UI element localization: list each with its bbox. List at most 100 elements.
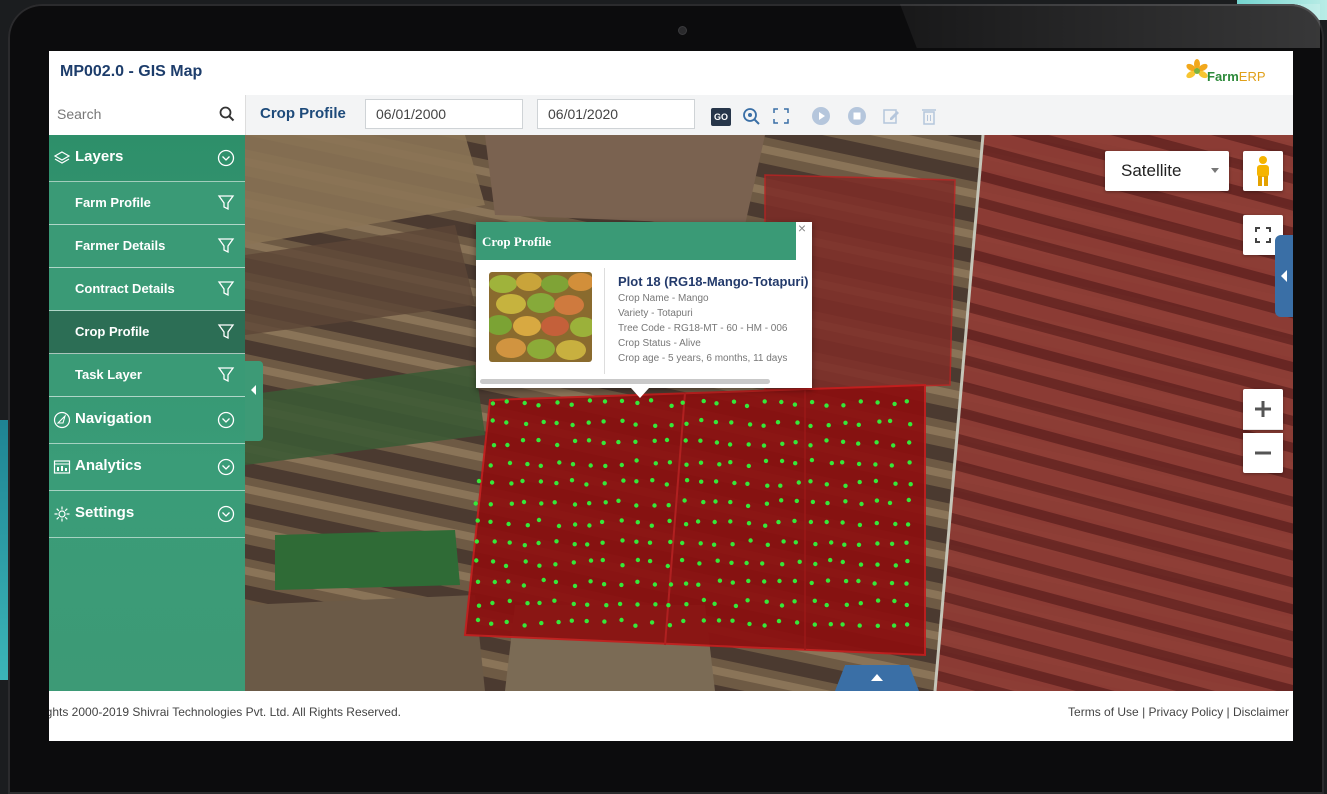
tree-marker[interactable] xyxy=(875,598,881,603)
tree-marker[interactable] xyxy=(875,541,880,546)
tree-marker[interactable] xyxy=(556,523,562,529)
tree-marker[interactable] xyxy=(619,462,624,468)
tree-marker[interactable] xyxy=(683,522,689,527)
play-icon[interactable] xyxy=(811,106,831,126)
tree-marker[interactable] xyxy=(906,497,911,503)
tree-marker[interactable] xyxy=(840,439,846,444)
tree-marker[interactable] xyxy=(489,621,494,626)
tree-marker[interactable] xyxy=(602,481,607,486)
sidebar-section-settings[interactable]: Settings xyxy=(49,491,245,538)
tree-marker[interactable] xyxy=(490,418,495,423)
tree-marker[interactable] xyxy=(779,603,785,608)
tree-marker[interactable] xyxy=(779,498,784,503)
sidebar-item-contract-details[interactable]: Contract Details xyxy=(49,268,245,311)
tree-marker[interactable] xyxy=(762,399,767,404)
tree-marker[interactable] xyxy=(829,540,834,545)
tree-marker[interactable] xyxy=(824,519,829,525)
tree-marker[interactable] xyxy=(808,443,813,448)
tree-marker[interactable] xyxy=(792,599,797,604)
tree-marker[interactable] xyxy=(667,518,672,524)
tree-marker[interactable] xyxy=(695,519,701,524)
tree-marker[interactable] xyxy=(893,481,898,486)
tree-marker[interactable] xyxy=(699,479,704,484)
tree-marker[interactable] xyxy=(509,501,514,506)
tree-marker[interactable] xyxy=(541,577,546,583)
tree-marker[interactable] xyxy=(729,420,734,425)
zoom-in-button[interactable] xyxy=(1243,389,1283,430)
right-panel-toggle[interactable] xyxy=(1275,235,1293,317)
date-from-input[interactable]: 06/01/2000 xyxy=(365,99,523,129)
sidebar-item-farmer-details[interactable]: Farmer Details xyxy=(49,225,245,268)
tree-marker[interactable] xyxy=(712,601,717,606)
tree-marker[interactable] xyxy=(904,622,910,627)
tree-marker[interactable] xyxy=(728,460,733,465)
tree-marker[interactable] xyxy=(729,560,734,565)
tree-marker[interactable] xyxy=(775,420,781,425)
tree-marker[interactable] xyxy=(617,601,623,607)
tree-marker[interactable] xyxy=(505,442,510,448)
tree-marker[interactable] xyxy=(792,402,798,407)
tree-marker[interactable] xyxy=(634,503,639,508)
tree-marker[interactable] xyxy=(778,483,783,488)
tree-marker[interactable] xyxy=(653,461,658,466)
tree-marker[interactable] xyxy=(538,479,544,484)
tree-marker[interactable] xyxy=(794,498,799,504)
sidebar-collapse-toggle[interactable] xyxy=(245,361,263,441)
tree-marker[interactable] xyxy=(715,558,720,563)
tree-marker[interactable] xyxy=(520,438,526,443)
tree-marker[interactable] xyxy=(794,620,800,625)
tree-marker[interactable] xyxy=(506,579,511,584)
filter-icon[interactable] xyxy=(217,365,235,385)
tree-marker[interactable] xyxy=(893,563,898,568)
tree-marker[interactable] xyxy=(825,578,831,583)
tree-marker[interactable] xyxy=(666,503,671,508)
tree-marker[interactable] xyxy=(781,539,786,544)
tree-marker[interactable] xyxy=(907,460,912,465)
sidebar-item-crop-profile[interactable]: Crop Profile xyxy=(49,311,245,354)
tree-marker[interactable] xyxy=(620,538,625,543)
tree-marker[interactable] xyxy=(587,398,593,403)
tree-marker[interactable] xyxy=(572,438,578,444)
tree-marker[interactable] xyxy=(522,543,527,548)
tree-marker[interactable] xyxy=(539,620,544,626)
tree-marker[interactable] xyxy=(875,562,880,567)
tree-marker[interactable] xyxy=(683,438,688,443)
tree-marker[interactable] xyxy=(616,439,621,445)
tree-marker[interactable] xyxy=(684,478,690,483)
tree-marker[interactable] xyxy=(537,600,542,606)
filter-icon[interactable] xyxy=(217,322,235,342)
tree-marker[interactable] xyxy=(747,422,753,427)
tree-marker[interactable] xyxy=(697,561,702,566)
tree-marker[interactable] xyxy=(522,400,527,406)
tree-marker[interactable] xyxy=(667,623,673,628)
tree-marker[interactable] xyxy=(763,458,769,464)
tree-marker[interactable] xyxy=(730,618,735,623)
tree-marker[interactable] xyxy=(813,561,818,567)
tree-marker[interactable] xyxy=(602,399,608,404)
tree-marker[interactable] xyxy=(601,582,607,587)
tree-marker[interactable] xyxy=(844,602,849,607)
tree-marker[interactable] xyxy=(684,462,689,467)
tree-marker[interactable] xyxy=(475,579,481,584)
tree-marker[interactable] xyxy=(712,519,717,525)
tree-marker[interactable] xyxy=(474,539,479,544)
tree-marker[interactable] xyxy=(492,579,497,585)
tree-marker[interactable] xyxy=(649,523,654,528)
tree-marker[interactable] xyxy=(503,563,509,569)
popup-horizontal-scrollbar[interactable] xyxy=(480,379,770,384)
tree-marker[interactable] xyxy=(552,598,557,603)
map-type-selector[interactable]: Satellite xyxy=(1105,151,1229,191)
tree-marker[interactable] xyxy=(857,522,863,528)
tree-marker[interactable] xyxy=(760,561,765,566)
tree-marker[interactable] xyxy=(889,463,894,468)
tree-marker[interactable] xyxy=(585,542,590,547)
tree-marker[interactable] xyxy=(764,599,769,604)
tree-marker[interactable] xyxy=(796,480,801,485)
tree-marker[interactable] xyxy=(795,420,800,425)
chevron-circle-icon[interactable] xyxy=(217,505,235,523)
tree-marker[interactable] xyxy=(764,501,770,506)
tree-marker[interactable] xyxy=(683,581,689,586)
tree-marker[interactable] xyxy=(713,499,718,504)
tree-marker[interactable] xyxy=(669,423,674,428)
tree-marker[interactable] xyxy=(842,542,847,547)
